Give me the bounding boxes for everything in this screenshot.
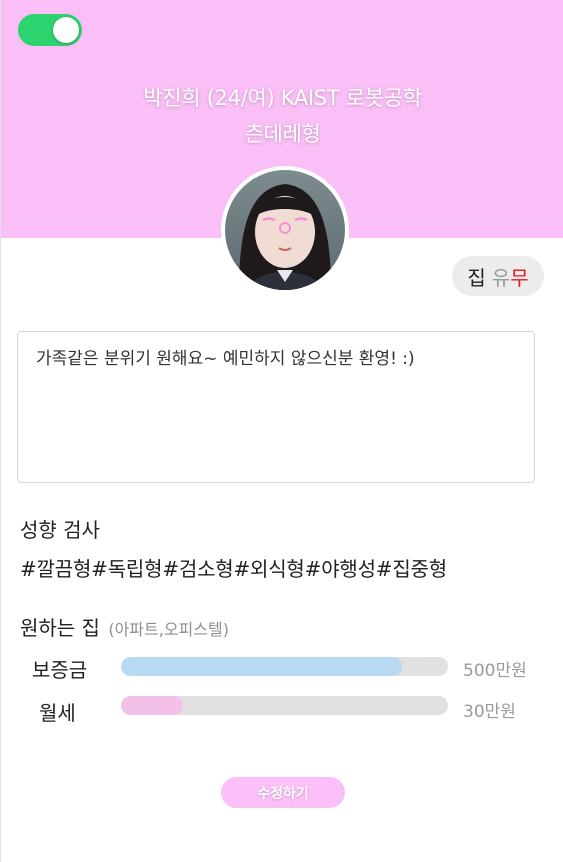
profile-screen: 박진희 (24/여) KAIST 로봇공학 츤데레형 집 유 무 가족같은 분위…	[0, 0, 563, 862]
rent-label: 월세	[39, 701, 76, 725]
desired-house-label: 원하는 집	[20, 616, 100, 640]
deposit-label: 보증금	[32, 658, 88, 682]
toggle-knob	[53, 17, 79, 43]
rent-bar	[121, 696, 448, 715]
avatar[interactable]	[221, 166, 349, 294]
desired-house-subtitle: (아파트,오피스텔)	[108, 620, 229, 639]
intro-text: 가족같은 분위기 원해요~ 예민하지 않으신분 환영! :)	[36, 349, 415, 369]
avatar-photo	[225, 170, 345, 290]
personality-title: 성향 검사	[20, 518, 100, 542]
badge-house-label: 집	[467, 265, 486, 290]
deposit-bar-fill	[121, 657, 403, 676]
profile-name-line: 박진희 (24/여) KAIST 로봇공학	[143, 86, 422, 110]
badge-no-label: 무	[510, 265, 529, 290]
deposit-bar	[121, 657, 448, 676]
desired-house-title: 원하는 집 (아파트,오피스텔)	[20, 612, 229, 641]
intro-textbox[interactable]: 가족같은 분위기 원해요~ 예민하지 않으신분 환영! :)	[17, 331, 535, 483]
visibility-toggle[interactable]	[18, 14, 82, 46]
profile-type-line: 츤데레형	[244, 122, 321, 146]
rent-value: 30만원	[463, 702, 516, 722]
personality-tags: #깔끔형#독립형#검소형#외식형#야행성#집중형	[20, 557, 447, 581]
edit-button[interactable]: 수정하기	[221, 777, 345, 808]
house-ownership-badge: 집 유 무	[452, 256, 544, 296]
deposit-value: 500만원	[463, 661, 527, 681]
rent-bar-fill	[121, 696, 184, 715]
badge-yes-label: 유	[491, 265, 511, 290]
